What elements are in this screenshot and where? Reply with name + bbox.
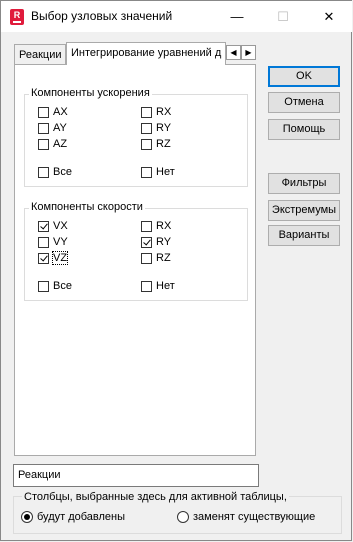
- table-name-field[interactable]: Реакции: [13, 464, 259, 487]
- close-button[interactable]: ✕: [306, 1, 352, 32]
- minimize-button[interactable]: —: [214, 1, 260, 32]
- checkbox-acc-none[interactable]: Нет: [141, 166, 175, 178]
- radio-add[interactable]: будут добавлены: [21, 511, 125, 523]
- checkbox-az[interactable]: AZ: [38, 138, 67, 150]
- cancel-button[interactable]: Отмена: [268, 92, 340, 113]
- app-logo-icon: R: [10, 9, 24, 25]
- checkbox-vz[interactable]: VZ: [38, 251, 69, 265]
- checkbox-vel-rz[interactable]: RZ: [141, 252, 171, 264]
- checkbox-vel-ry[interactable]: RY: [141, 236, 171, 248]
- window-title: Выбор узловых значений: [31, 9, 173, 23]
- checkbox-vel-all[interactable]: Все: [38, 280, 72, 292]
- checkbox-acc-ry[interactable]: RY: [141, 122, 171, 134]
- radio-replace[interactable]: заменят существующие: [177, 511, 315, 523]
- acceleration-group-title: Компоненты ускорения: [29, 87, 152, 99]
- filters-button[interactable]: Фильтры: [268, 173, 340, 194]
- tab-scroll-right-icon[interactable]: ▶: [241, 45, 256, 60]
- mode-group-label: Столбцы, выбранные здесь для активной та…: [22, 491, 289, 503]
- ok-button[interactable]: OK: [268, 66, 340, 87]
- tab-integration[interactable]: Интегрирование уравнений д: [66, 42, 226, 65]
- maximize-button: ☐: [277, 9, 289, 24]
- titlebar: R Выбор узловых значений — ☐ ✕: [1, 1, 352, 32]
- checkbox-vel-rx[interactable]: RX: [141, 220, 171, 232]
- variants-button[interactable]: Варианты: [268, 225, 340, 246]
- extremes-button[interactable]: Экстремумы: [268, 200, 340, 221]
- checkbox-vx[interactable]: VX: [38, 220, 68, 232]
- checkbox-ay[interactable]: AY: [38, 122, 67, 134]
- help-button[interactable]: Помощь: [268, 119, 340, 140]
- checkbox-acc-rz[interactable]: RZ: [141, 138, 171, 150]
- checkbox-acc-rx[interactable]: RX: [141, 106, 171, 118]
- checkbox-vy[interactable]: VY: [38, 236, 68, 248]
- tab-panel: Компоненты ускорения AX AY AZ RX RY RZ В…: [14, 64, 256, 456]
- velocity-group-title: Компоненты скорости: [29, 201, 145, 213]
- checkbox-acc-all[interactable]: Все: [38, 166, 72, 178]
- checkbox-vel-none[interactable]: Нет: [141, 280, 175, 292]
- tab-scroll-left-icon[interactable]: ◀: [226, 45, 241, 60]
- tab-reactions[interactable]: Реакции: [14, 44, 66, 64]
- checkbox-ax[interactable]: AX: [38, 106, 68, 118]
